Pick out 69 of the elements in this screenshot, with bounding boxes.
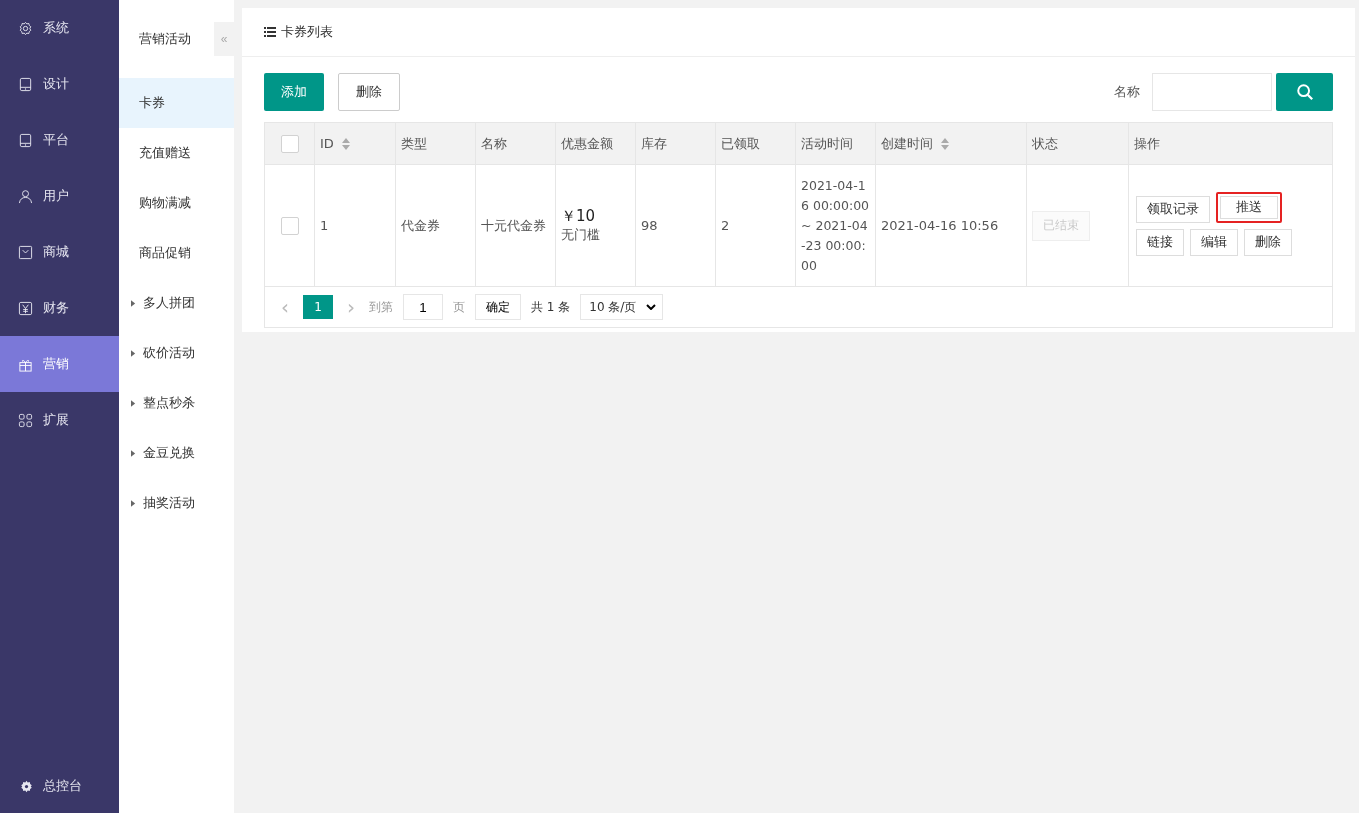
user-icon xyxy=(18,188,33,204)
sidebar-item[interactable]: 商城 xyxy=(0,224,119,280)
select-all-checkbox[interactable] xyxy=(280,134,299,153)
subnav-item[interactable]: 砍价活动 xyxy=(119,328,234,378)
subnav-item[interactable]: 购物满减 xyxy=(119,178,234,228)
sidebar-item[interactable]: 用户 xyxy=(0,168,119,224)
yen-icon xyxy=(18,300,33,316)
column-header[interactable]: 状态 xyxy=(1026,123,1128,164)
search-label: 名称 xyxy=(1114,83,1140,101)
grid-icon xyxy=(18,412,33,428)
card-title: 卡券列表 xyxy=(281,23,333,41)
goto-label: 到第 xyxy=(369,298,393,316)
action-button[interactable]: 推送 xyxy=(1216,191,1282,223)
search-icon xyxy=(1295,83,1314,101)
column-header[interactable]: 库存 xyxy=(635,123,715,164)
sidebar-item[interactable]: 设计 xyxy=(0,56,119,112)
bag-icon xyxy=(18,244,33,260)
column-header[interactable]: 类型 xyxy=(395,123,475,164)
column-header[interactable]: 操作 xyxy=(1128,123,1332,164)
page-size-select[interactable]: 10 条/页 xyxy=(580,294,664,320)
sidebar-item[interactable]: 扩展 xyxy=(0,392,119,448)
search-field[interactable] xyxy=(1152,73,1272,111)
add-button[interactable]: 添加 xyxy=(264,73,324,111)
total-text: 共 1 条 xyxy=(531,298,571,316)
page-unit-label: 页 xyxy=(453,298,465,316)
amount-text: ￥10 xyxy=(561,207,596,226)
subnav-item[interactable]: 多人拼团 xyxy=(119,278,234,328)
tablet-icon xyxy=(18,132,33,148)
table-cell: 代金券 xyxy=(395,165,475,286)
subnav-item[interactable]: 整点秒杀 xyxy=(119,378,234,428)
subnav-title: 营销活动 xyxy=(139,30,191,48)
table-cell: 2 xyxy=(715,165,795,286)
action-button[interactable]: 编辑 xyxy=(1190,228,1238,256)
column-header[interactable]: 优惠金额 xyxy=(555,123,635,164)
subnav-item[interactable]: 抽奖活动 xyxy=(119,478,234,528)
search-button[interactable] xyxy=(1276,73,1333,111)
action-button[interactable]: 删除 xyxy=(1244,228,1292,256)
subnav-item[interactable]: 充值赠送 xyxy=(119,128,234,178)
delete-button[interactable]: 删除 xyxy=(338,73,400,111)
sidebar-item[interactable]: 总控台 xyxy=(0,761,119,811)
table-cell: 2021-04-16 00:00:00 ~ 2021-04-23 00:00:00 xyxy=(795,165,875,286)
subnav-item[interactable]: 卡券 xyxy=(119,78,234,128)
table-cell: 1 xyxy=(314,165,395,286)
settings-icon xyxy=(18,20,33,36)
subnav-item[interactable]: 金豆兑换 xyxy=(119,428,234,478)
action-button[interactable]: 领取记录 xyxy=(1136,195,1210,223)
subnav-item[interactable]: 商品促销 xyxy=(119,228,234,278)
sidebar-item[interactable]: 系统 xyxy=(0,0,119,56)
action-button[interactable]: 链接 xyxy=(1136,228,1184,256)
column-header[interactable]: 已领取 xyxy=(715,123,795,164)
column-header[interactable]: 名称 xyxy=(475,123,555,164)
column-header[interactable]: 活动时间 xyxy=(795,123,875,164)
page-button[interactable]: 1 xyxy=(303,295,333,319)
sidebar-item[interactable]: 营销 xyxy=(0,336,119,392)
sidebar-item[interactable]: 财务 xyxy=(0,280,119,336)
threshold-text: 无门槛 xyxy=(561,226,600,244)
table-cell: 十元代金券 xyxy=(475,165,555,286)
table-cell: 2021-04-16 10:56 xyxy=(875,165,1026,286)
chevron-icon xyxy=(646,304,657,310)
column-header[interactable]: 创建时间 xyxy=(875,123,1026,164)
page-input[interactable]: 1 xyxy=(403,294,443,320)
settings-icon xyxy=(20,779,33,793)
tablet-icon xyxy=(18,76,33,92)
table-cell: 98 xyxy=(635,165,715,286)
column-header[interactable]: ID xyxy=(314,123,395,164)
sidebar-item[interactable]: 平台 xyxy=(0,112,119,168)
confirm-button[interactable]: 确定 xyxy=(475,294,521,320)
list-icon xyxy=(264,27,276,37)
row-checkbox[interactable] xyxy=(280,216,299,235)
